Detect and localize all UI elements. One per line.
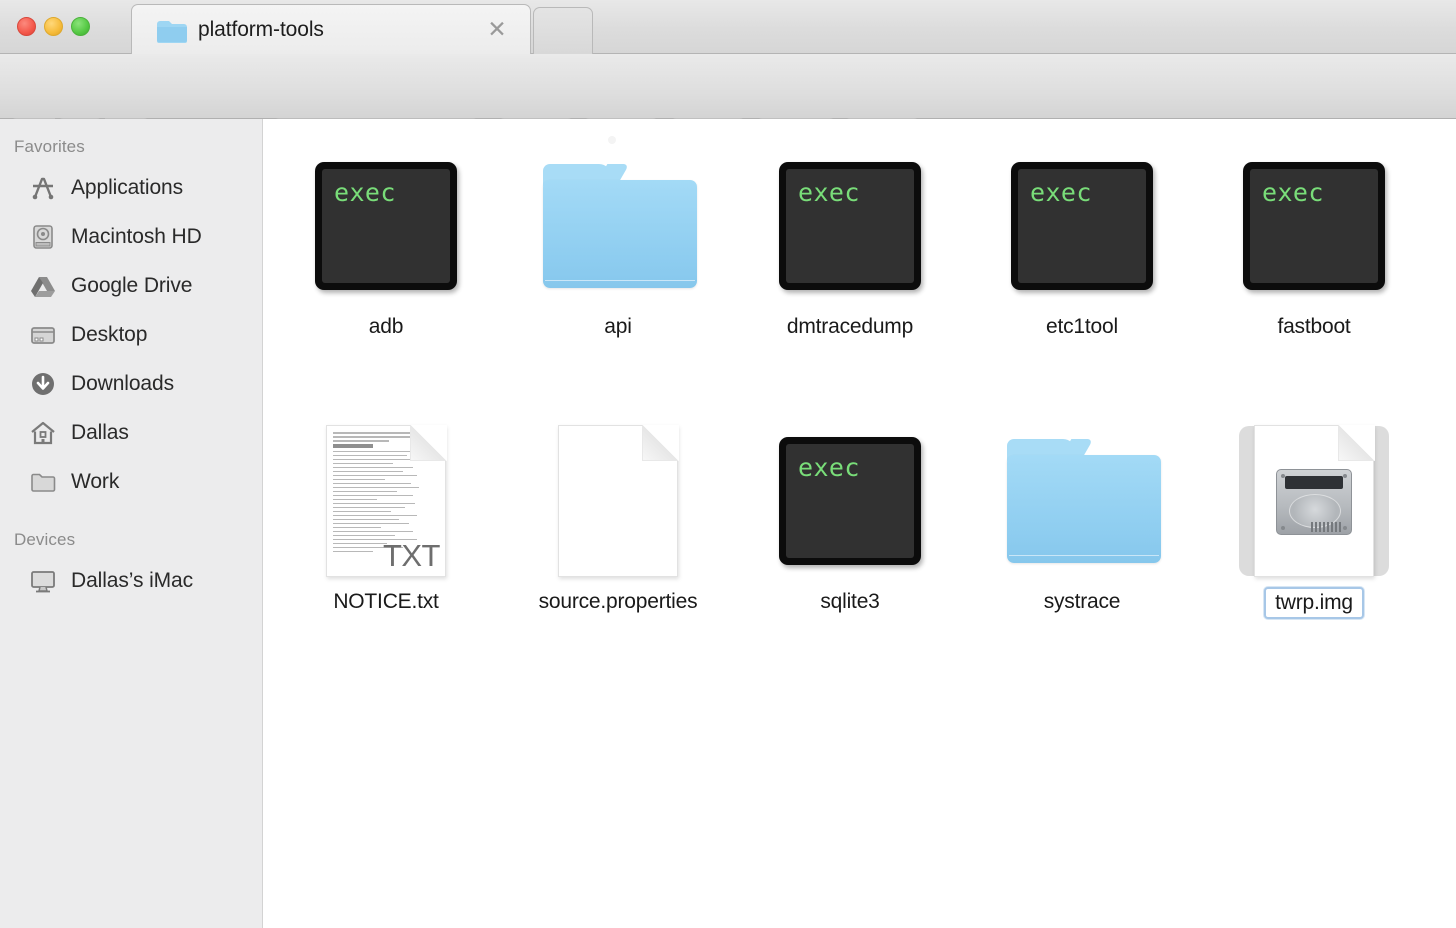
sidebar-item-label: Dallas’s iMac <box>71 568 194 592</box>
exec-badge: exec <box>334 178 396 207</box>
executable-icon: exec <box>315 162 457 290</box>
file-name-label[interactable]: dmtracedump <box>787 315 913 339</box>
sidebar-item-downloads[interactable]: Downloads <box>0 359 262 408</box>
sidebar-item-work[interactable]: Work <box>0 457 262 506</box>
file-name-label[interactable]: source.properties <box>539 590 698 614</box>
zoom-window-button[interactable] <box>71 17 90 36</box>
file-name-label[interactable]: etc1tool <box>1046 315 1118 339</box>
toolbar <box>0 54 1456 162</box>
file-item[interactable]: exec fastboot <box>1198 119 1430 394</box>
file-browser-content[interactable]: exec adb api exec dmtracedump exec etc1t… <box>264 119 1456 928</box>
minimize-window-button[interactable] <box>44 17 63 36</box>
file-icon-container[interactable]: exec <box>775 151 925 301</box>
tab-title: platform-tools <box>198 18 324 41</box>
file-item-selected[interactable]: twrp.img <box>1198 394 1430 669</box>
file-item[interactable]: exec etc1tool <box>966 119 1198 394</box>
file-icon-container[interactable]: exec <box>775 426 925 576</box>
file-icon-container[interactable]: exec <box>1239 151 1389 301</box>
sidebar-item-label: Dallas <box>71 420 129 444</box>
folder-icon <box>28 467 58 497</box>
downloads-icon <box>28 369 58 399</box>
sidebar-item-label: Macintosh HD <box>71 224 202 248</box>
exec-badge: exec <box>798 178 860 207</box>
executable-icon: exec <box>779 437 921 565</box>
file-icon-container[interactable] <box>543 151 697 301</box>
applications-icon <box>28 173 58 203</box>
file-icon-container[interactable] <box>543 425 693 577</box>
sidebar-section-devices: Devices <box>14 530 76 549</box>
tab-inactive-stub[interactable] <box>533 7 593 54</box>
file-icon-container[interactable]: exec <box>1007 151 1157 301</box>
sidebar-item-google-drive[interactable]: Google Drive <box>0 261 262 310</box>
exec-badge: exec <box>798 453 860 482</box>
file-item[interactable]: api <box>502 119 734 394</box>
file-item[interactable]: source.properties <box>502 394 734 669</box>
file-icon-container[interactable]: TXT <box>311 425 461 577</box>
file-name-label[interactable]: api <box>604 315 632 339</box>
finder-window: platform-tools ✕ Favorites Applications … <box>0 0 1456 928</box>
sidebar-item-label: Google Drive <box>71 273 193 297</box>
file-item[interactable]: TXT NOTICE.txt <box>270 394 502 669</box>
folder-icon <box>543 164 697 288</box>
sidebar-item-label: Applications <box>71 175 184 199</box>
sidebar-item-applications[interactable]: Applications <box>0 163 262 212</box>
sidebar-section-favorites: Favorites <box>14 137 85 156</box>
exec-badge: exec <box>1262 178 1324 207</box>
sidebar-item-macintosh-hd[interactable]: Macintosh HD <box>0 212 262 261</box>
exec-badge: exec <box>1030 178 1092 207</box>
disk-image-icon <box>1254 425 1375 577</box>
file-icon-container[interactable] <box>1239 425 1389 577</box>
file-item[interactable]: exec adb <box>270 119 502 394</box>
folder-icon <box>157 21 187 43</box>
icon-grid: exec adb api exec dmtracedump exec etc1t… <box>264 119 1456 669</box>
file-item[interactable]: systrace <box>966 394 1198 669</box>
sidebar-item-label: Desktop <box>71 322 148 346</box>
harddisk-glyph <box>1276 469 1352 535</box>
file-name-label[interactable]: systrace <box>1044 590 1121 614</box>
file-name-label[interactable]: sqlite3 <box>820 590 880 614</box>
folder-icon <box>1007 439 1161 563</box>
sidebar-item-label: Downloads <box>71 371 174 395</box>
imac-icon <box>28 566 58 596</box>
text-document-icon: TXT <box>326 425 447 577</box>
harddisk-icon <box>28 222 58 252</box>
file-item[interactable]: exec sqlite3 <box>734 394 966 669</box>
file-type-badge: TXT <box>382 538 441 573</box>
sidebar-item-dallas-imac[interactable]: Dallas’s iMac <box>0 556 262 605</box>
google-drive-icon <box>28 271 58 301</box>
sidebar-item-dallas[interactable]: Dallas <box>0 408 262 457</box>
traffic-lights <box>17 17 90 36</box>
executable-icon: exec <box>1011 162 1153 290</box>
close-tab-button[interactable]: ✕ <box>486 18 508 41</box>
home-icon <box>28 418 58 448</box>
sidebar-item-desktop[interactable]: Desktop <box>0 310 262 359</box>
file-name-label[interactable]: fastboot <box>1277 315 1350 339</box>
file-name-label[interactable]: NOTICE.txt <box>333 590 439 614</box>
file-icon-container[interactable] <box>1007 426 1161 576</box>
tab-platform-tools[interactable]: platform-tools ✕ <box>131 4 531 54</box>
sidebar-item-label: Work <box>71 469 120 493</box>
executable-icon: exec <box>1243 162 1385 290</box>
executable-icon: exec <box>779 162 921 290</box>
blank-document-icon <box>558 425 679 577</box>
file-name-rename-input[interactable]: twrp.img <box>1264 587 1364 619</box>
file-item[interactable]: exec dmtracedump <box>734 119 966 394</box>
desktop-icon <box>28 320 58 350</box>
file-icon-container[interactable]: exec <box>311 151 461 301</box>
file-name-label[interactable]: adb <box>369 315 404 339</box>
title-bar: platform-tools ✕ <box>0 0 1456 54</box>
sidebar: Favorites Applications Macintosh HD Goog… <box>0 119 263 928</box>
close-window-button[interactable] <box>17 17 36 36</box>
